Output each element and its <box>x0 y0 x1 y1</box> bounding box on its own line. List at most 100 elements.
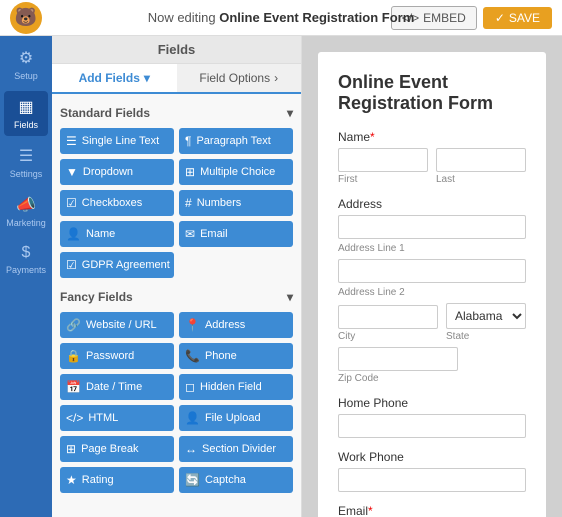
sidebar-item-label: Fields <box>14 120 38 130</box>
work-phone-label: Work Phone <box>338 450 526 464</box>
bear-logo-icon: 🐻 <box>10 2 42 34</box>
field-btn-phone[interactable]: 📞Phone <box>179 343 293 369</box>
setup-icon: ⚙ <box>19 48 33 68</box>
field-btn-rating[interactable]: ★Rating <box>60 467 174 493</box>
date-icon: 📅 <box>66 380 81 394</box>
sidebar-item-marketing[interactable]: 📣 Marketing <box>4 189 48 234</box>
checkmark-icon: ✓ <box>495 11 505 25</box>
logo: 🐻 <box>10 2 42 34</box>
chevron-down-icon: ▾ <box>287 290 293 304</box>
work-phone-field-group: Work Phone <box>338 450 526 492</box>
address-line2-input[interactable] <box>338 259 526 283</box>
field-btn-file-upload[interactable]: 👤File Upload <box>179 405 293 431</box>
field-btn-paragraph-text[interactable]: ¶Paragraph Text <box>179 128 293 154</box>
save-button[interactable]: ✓ SAVE <box>483 7 552 29</box>
fancy-fields-header: Fancy Fields ▾ <box>60 290 293 304</box>
field-btn-gdpr[interactable]: ☑GDPR Agreement <box>60 252 174 278</box>
home-phone-field-group: Home Phone <box>338 396 526 438</box>
name-icon: 👤 <box>66 227 81 241</box>
sidebar-item-payments[interactable]: $ Payments <box>4 238 48 281</box>
name-label: Name* <box>338 130 526 144</box>
field-btn-html[interactable]: </>HTML <box>60 405 174 431</box>
fields-panel-header: Fields <box>52 36 301 64</box>
field-btn-website-url[interactable]: 🔗Website / URL <box>60 312 174 338</box>
last-name-field: Last <box>436 148 526 185</box>
field-btn-password[interactable]: 🔒Password <box>60 343 174 369</box>
address-line1-sublabel: Address Line 1 <box>338 243 526 254</box>
field-btn-page-break[interactable]: ⊞Page Break <box>60 436 174 462</box>
fields-tabs: Add Fields ▾ Field Options › <box>52 64 301 94</box>
field-btn-checkboxes[interactable]: ☑Checkboxes <box>60 190 174 216</box>
tab-field-options[interactable]: Field Options › <box>177 64 302 92</box>
divider-icon: ↔ <box>185 442 197 456</box>
dropdown-icon: ▼ <box>66 165 78 179</box>
gdpr-icon: ☑ <box>66 258 77 272</box>
multiple-choice-icon: ⊞ <box>185 165 195 179</box>
single-line-icon: ☰ <box>66 134 77 148</box>
field-btn-captcha[interactable]: 🔄Captcha <box>179 467 293 493</box>
sidebar-item-fields[interactable]: ▦ Fields <box>4 91 48 136</box>
field-btn-email[interactable]: ✉Email <box>179 221 293 247</box>
city-field: City <box>338 305 438 342</box>
html-icon: </> <box>66 411 83 425</box>
main-layout: ⚙ Setup ▦ Fields ☰ Settings 📣 Marketing … <box>0 36 562 517</box>
rating-icon: ★ <box>66 473 77 487</box>
field-btn-single-line-text[interactable]: ☰Single Line Text <box>60 128 174 154</box>
field-btn-address[interactable]: 📍Address <box>179 312 293 338</box>
payments-icon: $ <box>22 244 31 262</box>
first-name-input[interactable] <box>338 148 428 172</box>
city-input[interactable] <box>338 305 438 329</box>
form-title: Online Event Registration Form <box>338 72 526 114</box>
chevron-down-icon: ▾ <box>287 106 293 120</box>
field-btn-numbers[interactable]: #Numbers <box>179 190 293 216</box>
address-line1-input[interactable] <box>338 215 526 239</box>
page-break-icon: ⊞ <box>66 442 76 456</box>
zip-sublabel: Zip Code <box>338 373 526 384</box>
address-line2-sublabel: Address Line 2 <box>338 287 526 298</box>
field-btn-multiple-choice[interactable]: ⊞Multiple Choice <box>179 159 293 185</box>
sidebar-item-settings[interactable]: ☰ Settings <box>4 140 48 185</box>
sidebar-item-label: Payments <box>6 265 46 275</box>
editing-label: Now editing Online Event Registration Fo… <box>148 10 415 25</box>
zip-field: Zip Code <box>338 347 526 384</box>
field-btn-section-divider[interactable]: ↔Section Divider <box>179 436 293 462</box>
first-name-field: First <box>338 148 428 185</box>
last-name-input[interactable] <box>436 148 526 172</box>
phone-icon: 📞 <box>185 349 200 363</box>
state-sublabel: State <box>446 331 526 342</box>
top-bar-actions: </> EMBED ✓ SAVE <box>391 6 552 30</box>
sidebar-nav: ⚙ Setup ▦ Fields ☰ Settings 📣 Marketing … <box>0 36 52 517</box>
field-btn-dropdown[interactable]: ▼Dropdown <box>60 159 174 185</box>
checkboxes-icon: ☑ <box>66 196 77 210</box>
tab-add-fields[interactable]: Add Fields ▾ <box>52 64 177 94</box>
work-phone-input[interactable] <box>338 468 526 492</box>
email-icon: ✉ <box>185 227 195 241</box>
sidebar-item-label: Setup <box>14 71 38 81</box>
first-sublabel: First <box>338 174 428 185</box>
state-select[interactable]: Alabama <box>446 303 526 329</box>
home-phone-input[interactable] <box>338 414 526 438</box>
address-field-group: Address Address Line 1 Address Line 2 Ci… <box>338 197 526 384</box>
address-state-row: City Alabama State <box>338 303 526 342</box>
field-btn-hidden-field[interactable]: ◻Hidden Field <box>179 374 293 400</box>
fancy-fields-grid: 🔗Website / URL 📍Address 🔒Password 📞Phone… <box>60 312 293 493</box>
sidebar-item-setup[interactable]: ⚙ Setup <box>4 42 48 87</box>
city-sublabel: City <box>338 331 438 342</box>
sidebar-item-label: Marketing <box>6 218 46 228</box>
paragraph-icon: ¶ <box>185 134 191 148</box>
field-btn-date-time[interactable]: 📅Date / Time <box>60 374 174 400</box>
last-sublabel: Last <box>436 174 526 185</box>
preview-panel: Online Event Registration Form Name* Fir… <box>302 36 562 517</box>
fields-content: Standard Fields ▾ ☰Single Line Text ¶Par… <box>52 94 301 517</box>
email-field-group: Email* <box>338 504 526 517</box>
website-icon: 🔗 <box>66 318 81 332</box>
zip-input[interactable] <box>338 347 458 371</box>
captcha-icon: 🔄 <box>185 473 200 487</box>
email-label: Email* <box>338 504 526 517</box>
numbers-icon: # <box>185 196 192 210</box>
hidden-icon: ◻ <box>185 380 195 394</box>
field-btn-name[interactable]: 👤Name <box>60 221 174 247</box>
chevron-down-icon: ▾ <box>144 71 150 85</box>
upload-icon: 👤 <box>185 411 200 425</box>
marketing-icon: 📣 <box>16 195 36 215</box>
